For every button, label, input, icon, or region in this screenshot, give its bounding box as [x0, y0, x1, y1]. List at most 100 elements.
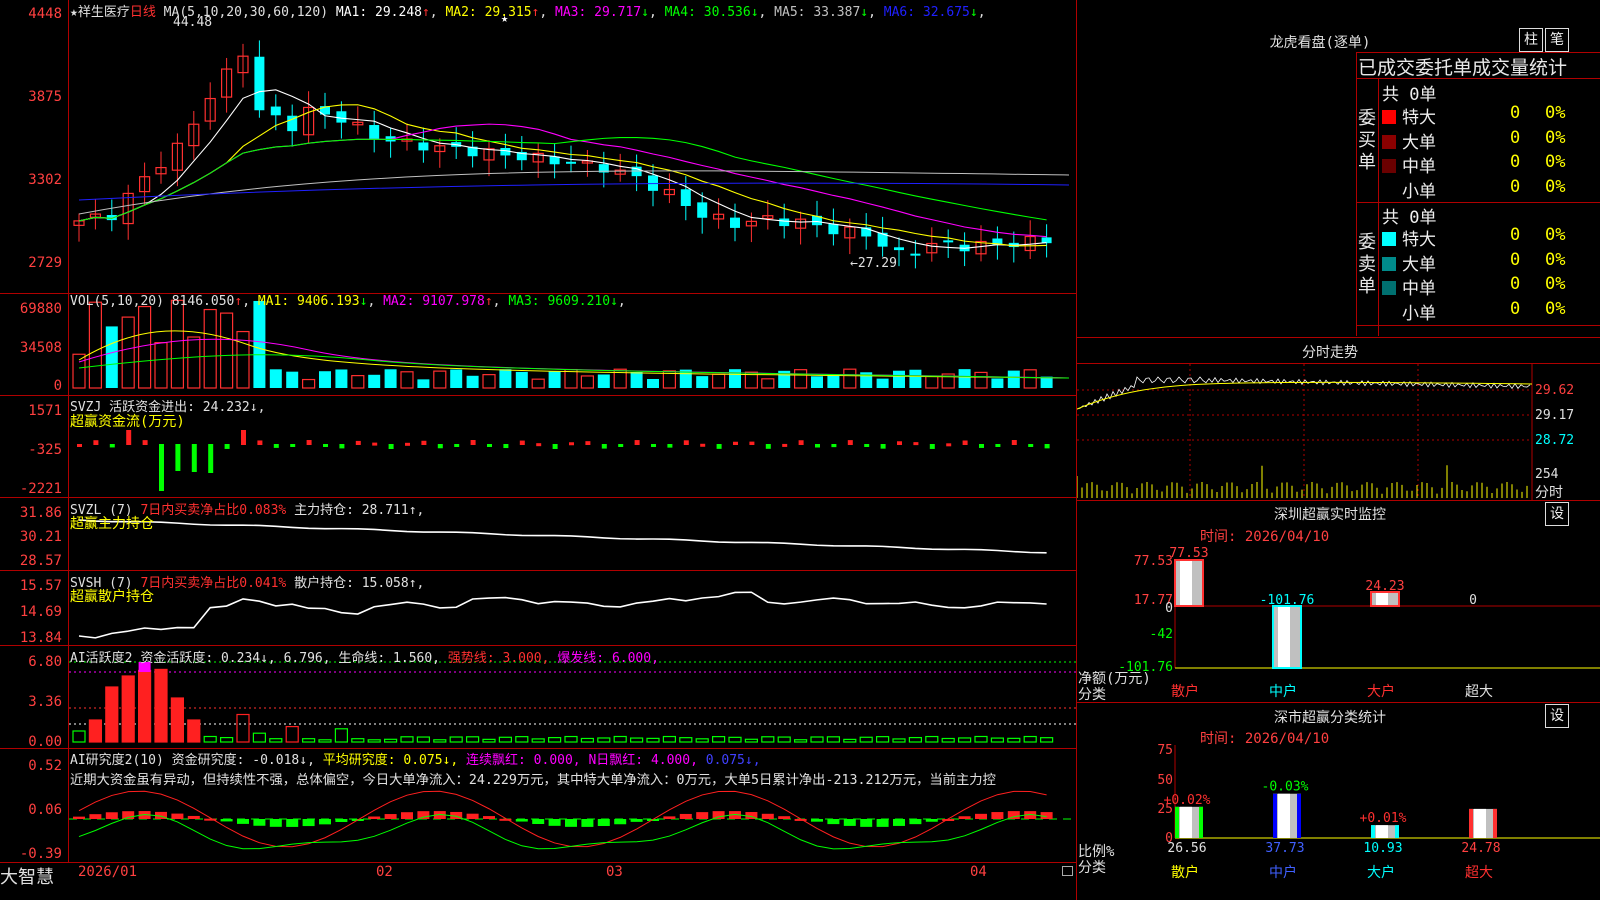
cls-bar-highlight: [1474, 808, 1486, 838]
activity-bar: [941, 737, 955, 743]
activity-bar: [925, 735, 939, 743]
research-bar: [663, 816, 676, 819]
vol-tick: 34508: [19, 340, 62, 356]
deal-button[interactable]: 笔: [1545, 28, 1569, 52]
flow-bar: [782, 443, 788, 447]
cls-change: +0.02%: [1164, 793, 1211, 808]
sell-row: 大单 0 0%: [1382, 250, 1565, 275]
flow-bar: [913, 442, 919, 446]
vol-value: 8146.050: [171, 294, 235, 309]
research-bar: [335, 819, 348, 822]
activity-bar: [548, 737, 562, 743]
ai2-activity: 资金活跃度: 0.234↓,: [140, 651, 276, 666]
flow-bar: [175, 444, 181, 471]
sell-row-pct: 0%: [1545, 274, 1566, 294]
activity-bar: [662, 735, 677, 743]
ai2-strong-line: 强势线: 3.000,: [447, 651, 550, 666]
volume-bar-up: [531, 378, 545, 389]
cls-bar-edge: [1175, 806, 1179, 838]
volume-bar-down: [105, 326, 118, 388]
buy-row-pct: 0%: [1545, 152, 1566, 172]
volume-bar-up: [137, 305, 152, 389]
cls-settings-button[interactable]: 设: [1545, 704, 1569, 728]
sz-settings-button[interactable]: 设: [1545, 502, 1569, 526]
cls-change: +0.01%: [1360, 811, 1407, 826]
intraday-title[interactable]: 分时走势: [1250, 342, 1410, 362]
sz-tick: 0: [1165, 601, 1173, 616]
sz-top-line: [1077, 500, 1600, 501]
volume-bar-down: [548, 371, 561, 388]
volume-bar-down: [729, 369, 741, 388]
svzl-tick: 30.21: [19, 529, 62, 545]
stat-bottom-line: [1356, 325, 1600, 326]
flow-bar: [1044, 444, 1050, 449]
flow-bar: [618, 444, 624, 447]
sz-category: 中户: [1269, 683, 1297, 700]
flow-bar: [470, 440, 476, 445]
research-consecutive-red: 连续飘红: 0.000,: [466, 753, 581, 768]
color-swatch: [1382, 232, 1396, 246]
vol-ma-item-1: MA1: 9406.193↓,: [257, 294, 376, 309]
research-bar: [597, 819, 610, 827]
cls-value: 37.73: [1265, 841, 1304, 856]
kline-chart-area[interactable]: ★: [69, 0, 1076, 862]
date-tick: 03: [606, 864, 623, 880]
activity-bar: [416, 736, 430, 743]
flow-bar: [979, 444, 984, 448]
stock-name[interactable]: ★祥生医疗: [70, 5, 130, 20]
flow-bar: [897, 441, 902, 445]
research-bar: [893, 819, 905, 826]
pillar-button[interactable]: 柱: [1519, 28, 1543, 52]
ma-item-3: MA3: 29.717↓,: [547, 5, 657, 20]
intraday-chart[interactable]: [1077, 364, 1600, 500]
research-bar: [171, 813, 184, 819]
ma-item-2: MA2: 29.315↑,: [437, 5, 548, 20]
stat-title: 已成交委托单成交量统计: [1358, 57, 1568, 79]
activity-bar: [466, 736, 480, 743]
research-bar: [876, 819, 889, 827]
buy-row: 特大 0 0%: [1382, 103, 1565, 128]
svzj-tick: 1571: [28, 403, 62, 419]
flow-bar: [683, 440, 689, 445]
vol-ma-item-3: MA3: 9609.210↓,: [500, 294, 626, 309]
sz-category: 超大: [1465, 684, 1493, 700]
candle-down: [418, 142, 429, 151]
flow-bar: [536, 443, 542, 447]
ma-line: [78, 137, 1047, 222]
research-extra: 0.075↓,: [705, 753, 761, 768]
activity-bar: [1007, 737, 1021, 743]
sell-row-count: 0: [1510, 298, 1521, 319]
svsh-tick: 15.57: [19, 578, 62, 594]
research-bar: [269, 819, 282, 827]
volume-bar-up: [154, 342, 168, 389]
lock-icon[interactable]: [1062, 866, 1073, 876]
activity-bar: [875, 736, 890, 743]
research-bar: [532, 819, 545, 825]
sell-row: 特大 0 0%: [1382, 225, 1565, 250]
sell-row-label: 大单: [1402, 254, 1436, 275]
volume-bar-up: [1023, 369, 1037, 389]
sell-row-pct: 0%: [1545, 298, 1566, 319]
research-bar: [89, 814, 102, 819]
intraday-vol-tick: 254: [1535, 467, 1559, 482]
research-bar: [368, 816, 381, 819]
flow-bar: [946, 443, 952, 447]
volume-bar-down: [991, 378, 1004, 388]
sell-row-count: 0: [1510, 249, 1521, 270]
volume-bar-down: [335, 369, 348, 388]
flow-bar: [847, 440, 853, 445]
activity-bar: [613, 735, 627, 743]
research-bar: [187, 815, 200, 819]
candle-down: [779, 218, 790, 227]
candle-down: [336, 111, 347, 123]
activity-bar: [220, 736, 234, 743]
ma-item-1: MA1: 29.248↑,: [335, 5, 438, 20]
sz-value: -101.76: [1260, 593, 1315, 608]
flow-bar: [552, 444, 558, 449]
period-tag[interactable]: 日线: [130, 5, 156, 20]
cls-ratio-chart[interactable]: 7550250+0.02%26.56-0.03%37.73+0.01%10.93…: [1077, 740, 1600, 900]
sz-net-chart[interactable]: 77.5317.770-42-101.7677.53-101.7624.230散…: [1077, 540, 1600, 702]
flow-bar: [880, 444, 886, 449]
research-bar: [843, 819, 856, 826]
sz-category: 散户: [1171, 683, 1199, 700]
